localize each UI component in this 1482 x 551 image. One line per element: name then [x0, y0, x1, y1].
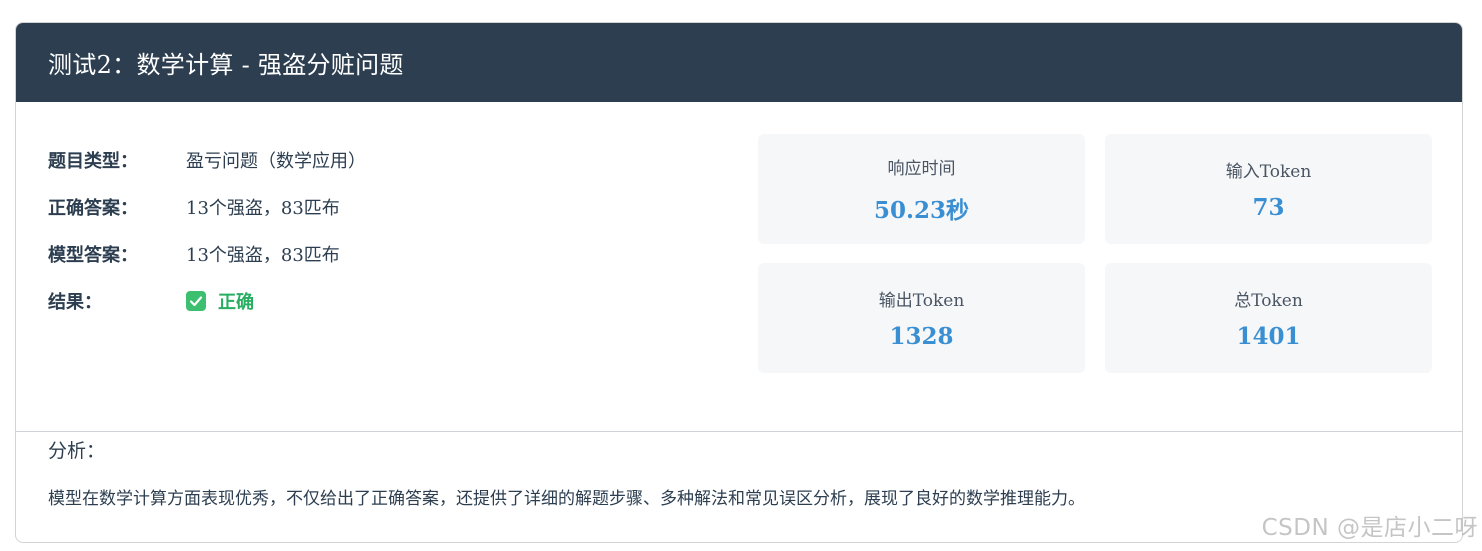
- info-row-model: 模型答案： 13个强盗，83匹布: [48, 230, 366, 277]
- stat-response-time: 响应时间 50.23秒: [758, 134, 1085, 244]
- analysis-section: 分析： 模型在数学计算方面表现优秀，不仅给出了正确答案，还提供了详细的解题步骤、…: [48, 437, 1430, 513]
- stat-total-token: 总Token 1401: [1105, 263, 1432, 373]
- stat-value: 50.23秒: [873, 196, 970, 224]
- result-value-wrap: 正确: [186, 288, 254, 314]
- analysis-title: 分析：: [48, 440, 106, 462]
- section-divider: [16, 431, 1462, 432]
- card-header: 测试2：数学计算 - 强盗分赃问题: [16, 23, 1462, 102]
- answer-value: 13个强盗，83匹布: [186, 197, 340, 219]
- check-icon: [186, 290, 206, 311]
- card-body: 题目类型： 盈亏问题（数学应用） 正确答案： 13个强盗，83匹布 模型答案： …: [16, 102, 1462, 432]
- info-row-type: 题目类型： 盈亏问题（数学应用）: [48, 136, 366, 183]
- stat-label: 输入Token: [1225, 162, 1312, 182]
- stat-value: 1328: [889, 323, 954, 350]
- watermark: CSDN @是店小二呀: [1261, 515, 1478, 541]
- stat-label: 总Token: [1234, 291, 1303, 311]
- info-row-result: 结果： 正确: [48, 277, 366, 324]
- stat-output-token: 输出Token 1328: [758, 263, 1085, 373]
- type-label: 题目类型：: [48, 150, 138, 172]
- model-value: 13个强盗，83匹布: [186, 244, 340, 266]
- stats-grid: 响应时间 50.23秒 输入Token 73 输出Token 1328 总Tok…: [758, 134, 1432, 373]
- stat-label: 输出Token: [878, 291, 965, 311]
- type-value: 盈亏问题（数学应用）: [186, 150, 366, 172]
- model-label: 模型答案：: [48, 244, 138, 266]
- card-title: 测试2：数学计算 - 强盗分赃问题: [48, 51, 404, 79]
- stat-label: 响应时间: [887, 158, 956, 179]
- stat-value: 73: [1252, 194, 1285, 221]
- answer-label: 正确答案：: [48, 197, 138, 219]
- info-list: 题目类型： 盈亏问题（数学应用） 正确答案： 13个强盗，83匹布 模型答案： …: [48, 136, 366, 324]
- analysis-text: 模型在数学计算方面表现优秀，不仅给出了正确答案，还提供了详细的解题步骤、多种解法…: [48, 489, 1085, 509]
- stat-value: 1401: [1236, 323, 1301, 350]
- result-label: 结果：: [48, 291, 102, 313]
- test-card: 测试2：数学计算 - 强盗分赃问题 题目类型： 盈亏问题（数学应用） 正确答案：…: [15, 22, 1463, 543]
- result-value: 正确: [218, 291, 254, 313]
- stat-input-token: 输入Token 73: [1105, 134, 1432, 244]
- info-row-answer: 正确答案： 13个强盗，83匹布: [48, 183, 366, 230]
